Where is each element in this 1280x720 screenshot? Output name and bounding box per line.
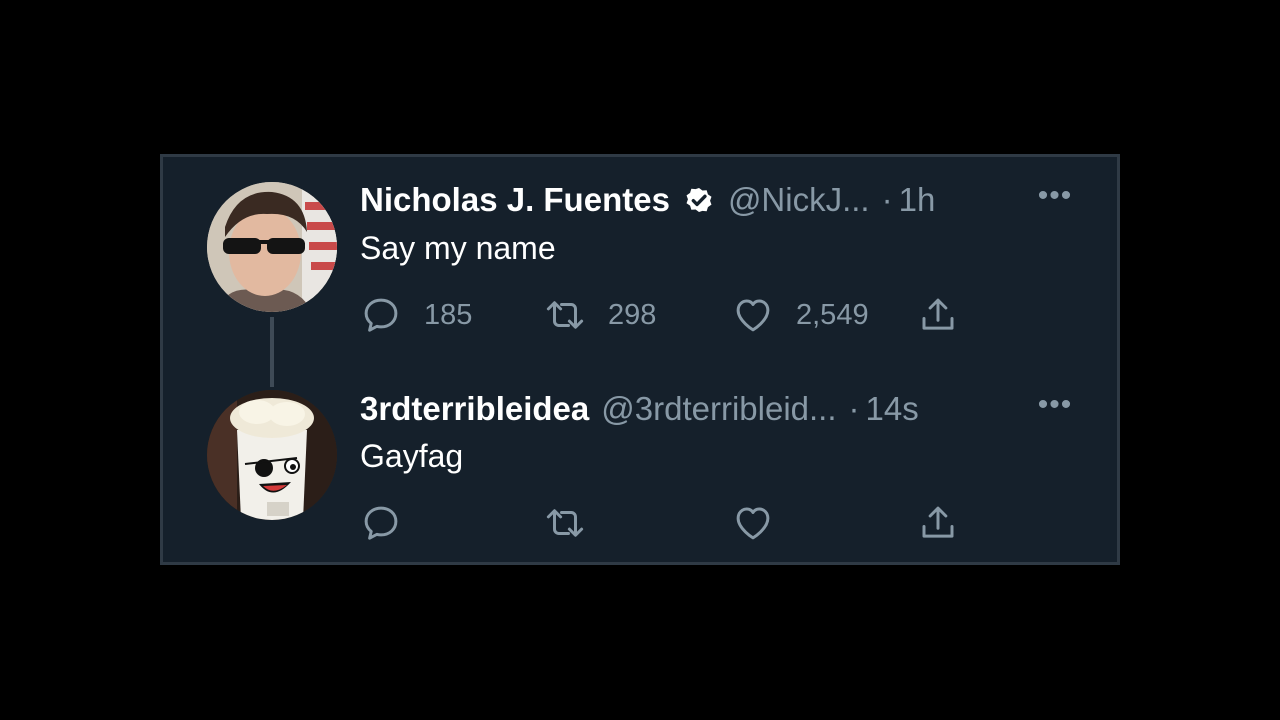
retweet-icon [546,509,584,537]
verified-badge-icon [686,187,712,213]
tweet-header: 3rdterribleidea @3rdterribleid... · 14s [360,387,1080,431]
tweet-text: Say my name [360,230,556,266]
share-button[interactable] [917,502,959,544]
timestamp[interactable]: 1h [899,181,936,219]
like-icon [736,507,770,540]
reply-icon [364,506,398,540]
avatar[interactable] [207,390,337,520]
reply-icon [364,298,398,332]
user-handle[interactable]: @3rdterribleid... [601,390,836,428]
tweet-header: Nicholas J. Fuentes @NickJ... · 1h [360,178,1080,222]
retweet-icon [546,301,584,329]
retweet-button[interactable]: 298 [544,294,656,336]
user-handle[interactable]: @NickJ... [728,181,870,219]
avatar-image-1 [207,182,337,312]
like-button[interactable]: 2,549 [732,294,869,336]
like-count: 2,549 [796,298,869,331]
more-icon[interactable]: ••• [1033,388,1077,422]
reply-count: 185 [424,298,473,331]
like-button[interactable] [732,502,774,544]
display-name[interactable]: Nicholas J. Fuentes [360,181,670,219]
tweet-thread-card: Nicholas J. Fuentes @NickJ... · 1h ••• S… [160,154,1120,565]
share-icon [922,298,954,330]
timestamp[interactable]: 14s [866,390,919,428]
reply-button[interactable] [360,502,402,544]
retweet-count: 298 [608,298,657,331]
reply-button[interactable]: 185 [360,294,472,336]
more-icon[interactable]: ••• [1033,179,1077,213]
tweet-text: Gayfag [360,438,464,474]
like-icon [736,299,770,332]
retweet-button[interactable] [544,502,586,544]
avatar-image-2 [207,390,337,520]
separator-dot: · [848,390,860,427]
share-button[interactable] [917,294,959,336]
avatar[interactable] [207,182,337,312]
display-name[interactable]: 3rdterribleidea [360,390,589,428]
thread-connector-line [270,317,274,387]
share-icon [922,506,954,538]
separator-dot: · [881,181,893,218]
